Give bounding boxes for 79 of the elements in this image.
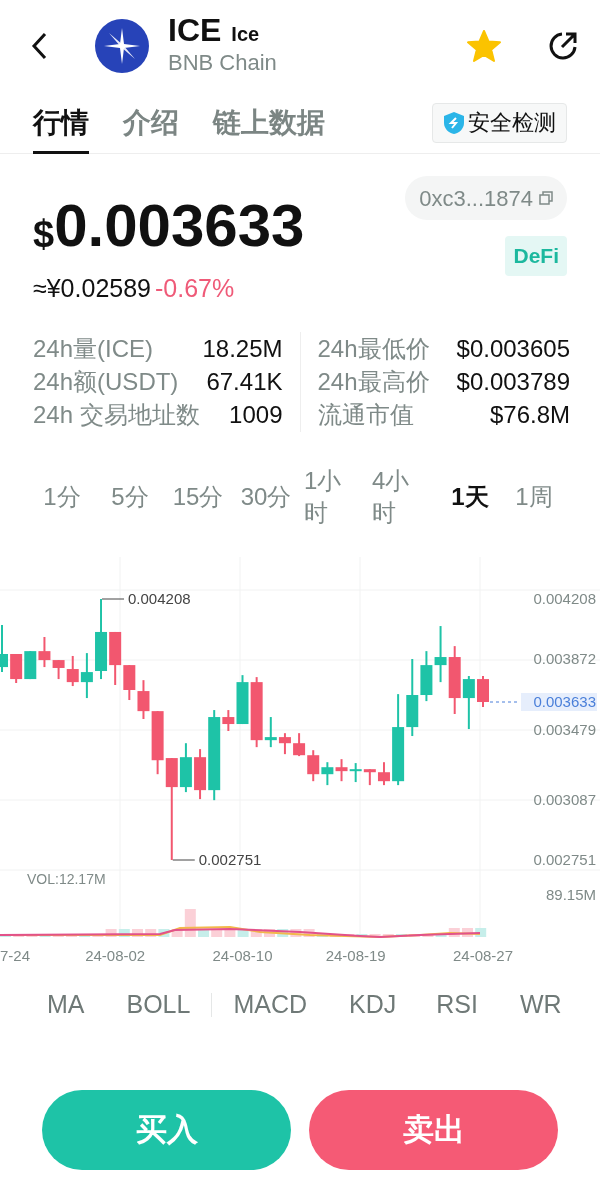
shield-icon <box>443 110 465 135</box>
leader-line <box>172 859 196 861</box>
tab[interactable]: 行情 <box>33 91 89 154</box>
date-axis-label: 24-08-19 <box>325 947 386 964</box>
candle <box>477 675 489 708</box>
price-axis-label: 0.004208 <box>533 590 596 607</box>
tab[interactable]: 链上数据 <box>213 91 325 154</box>
stat-value: $0.003789 <box>456 366 570 397</box>
date-axis-label: 24-08-10 <box>212 947 273 964</box>
candle <box>335 758 348 783</box>
stat-label: 流通市值 <box>317 399 414 430</box>
contract-address-button[interactable]: 0xc3...1874 <box>405 176 567 220</box>
indicator-tab[interactable]: MACD <box>233 986 308 1024</box>
interval-tab[interactable]: 15分 <box>164 481 232 513</box>
candle <box>10 653 23 684</box>
token-logo-icon <box>95 19 149 73</box>
stat-value: 1009 <box>229 399 283 430</box>
date-axis-label: 24-08-27 <box>453 947 513 964</box>
interval-tab[interactable]: 30分 <box>232 481 300 513</box>
price-annotation: 0.004208 <box>128 590 191 607</box>
price-axis-label: 0.002751 <box>533 851 596 868</box>
date-axis-label: 24-08-02 <box>85 947 146 964</box>
candle <box>321 761 334 787</box>
volume-label: VOL:12.17M <box>27 871 106 887</box>
stat-value: 18.25M <box>202 333 283 364</box>
stat-value: $76.8M <box>489 399 570 430</box>
candle <box>0 623 8 674</box>
candle <box>24 650 37 681</box>
stat-label: 24h最低价 <box>317 333 430 364</box>
favorite-star-icon[interactable] <box>466 28 502 64</box>
stat-label: 24h 交易地址数 <box>33 399 200 430</box>
leader-line <box>101 598 125 600</box>
token-symbol: ICE <box>168 11 222 49</box>
stat-label: 24h额(USDT) <box>33 366 179 397</box>
price-axis-label: 0.003872 <box>533 650 596 668</box>
sell-button[interactable]: 卖出 <box>309 1090 558 1170</box>
date-axis-label: 7-24 <box>0 947 31 964</box>
interval-tab[interactable]: 4小时 <box>368 465 436 529</box>
current-price-label: 0.003633 <box>521 693 597 711</box>
candle <box>278 732 291 756</box>
price-axis-label: 0.003479 <box>533 720 596 738</box>
stat-value: $0.003605 <box>456 333 570 364</box>
price-change: -0.67% <box>155 273 235 304</box>
price-value: 0.003633 <box>54 192 305 260</box>
interval-tab[interactable]: 1天 <box>436 481 504 513</box>
token-name: Ice <box>231 22 260 47</box>
price-line <box>489 701 520 703</box>
indicator-tab[interactable]: MA <box>47 986 85 1024</box>
price-axis-label: 0.003087 <box>533 790 596 808</box>
candle <box>377 761 390 787</box>
fiat-price: ≈¥0.02589 <box>33 273 151 304</box>
interval-tab[interactable]: 1小时 <box>300 465 368 529</box>
candle <box>80 652 93 700</box>
candle <box>293 732 306 758</box>
candle <box>307 749 320 783</box>
interval-tab[interactable]: 5分 <box>96 481 164 513</box>
candle <box>462 675 475 731</box>
candle <box>448 645 461 715</box>
candle <box>349 762 362 784</box>
indicator-tab[interactable]: RSI <box>436 986 478 1024</box>
category-tag: DeFi <box>505 236 567 276</box>
buy-button[interactable]: 买入 <box>42 1090 291 1170</box>
price-annotation: 0.002751 <box>198 851 262 868</box>
stat-label: 24h量(ICE) <box>33 333 154 364</box>
interval-tab[interactable]: 1分 <box>28 481 96 513</box>
interval-tab[interactable]: 1周 <box>504 481 564 513</box>
indicator-tab[interactable]: KDJ <box>349 986 397 1024</box>
tab[interactable]: 介绍 <box>123 91 179 154</box>
currency-symbol: $ <box>33 213 55 257</box>
stat-value: 67.41K <box>206 366 283 397</box>
security-check-button[interactable]: 安全检测 <box>432 102 567 143</box>
candle <box>434 625 447 684</box>
copy-icon <box>539 191 553 205</box>
indicator-tab[interactable]: BOLL <box>126 986 191 1024</box>
volume-axis-label: 89.15M <box>545 886 596 903</box>
indicator-tab[interactable]: WR <box>519 986 562 1024</box>
stat-label: 24h最高价 <box>317 366 430 397</box>
candle <box>363 768 376 787</box>
chain-name: BNB Chain <box>168 49 277 77</box>
